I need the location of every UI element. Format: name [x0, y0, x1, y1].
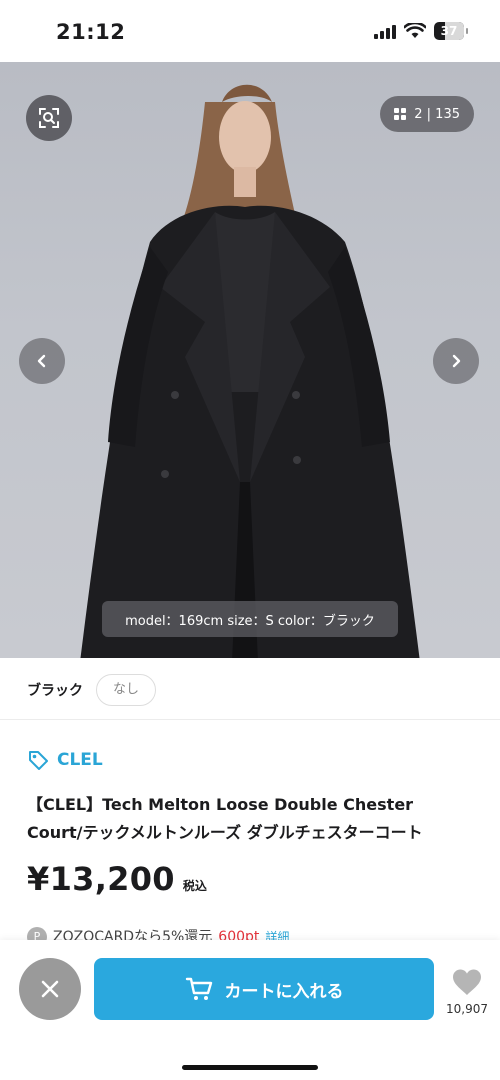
tag-icon: [29, 751, 48, 770]
size-option-chip[interactable]: なし: [96, 674, 157, 706]
color-selector: ブラック なし: [0, 658, 500, 720]
model-photo: [80, 84, 420, 658]
product-title-line1: 【CLEL】Tech Melton Loose Double Chester: [27, 795, 414, 814]
photo-caption: model：169cm size：S color：ブラック: [102, 601, 398, 637]
product-title-line2: Court/テックメルトンルーズ ダブルチェスターコート: [27, 823, 423, 842]
home-indicator: [182, 1065, 318, 1070]
chevron-right-icon: [452, 354, 461, 368]
image-counter-text: 2 | 135: [414, 106, 460, 122]
add-to-cart-button[interactable]: カートに入れる: [94, 958, 434, 1020]
zoom-search-icon: [39, 108, 59, 128]
product-title: 【CLEL】Tech Melton Loose Double Chester C…: [27, 791, 477, 847]
favorite-count: 10,907: [446, 1002, 488, 1016]
battery-level: 37: [440, 24, 458, 38]
zoom-search-button[interactable]: [26, 95, 72, 141]
tax-label: 税込: [182, 879, 207, 893]
favorite-button[interactable]: 10,907: [442, 968, 492, 1016]
price: ¥13,200 税込: [27, 860, 207, 898]
signal-icon: [374, 23, 396, 39]
cart-icon: [185, 977, 212, 1000]
price-value: ¥13,200: [27, 860, 175, 898]
status-time: 21:12: [56, 20, 126, 44]
heart-icon: [453, 969, 481, 995]
prev-image-button[interactable]: [19, 338, 65, 384]
zozocard-detail-link[interactable]: 詳細: [265, 927, 289, 941]
battery-icon: 37: [434, 22, 468, 40]
action-bar: カートに入れる 10,907: [0, 940, 500, 1080]
next-image-button[interactable]: [433, 338, 479, 384]
status-bar: 21:12 37: [0, 0, 500, 62]
point-badge-icon: P: [27, 927, 47, 941]
chevron-left-icon: [37, 354, 46, 368]
zozocard-text: ZOZOCARDなら5%還元: [53, 929, 213, 941]
brand-name: CLEL: [57, 750, 103, 770]
color-label: ブラック: [27, 683, 83, 699]
image-counter[interactable]: 2 | 135: [380, 96, 474, 132]
wifi-icon: [404, 23, 426, 38]
zozocard-points: 600pt: [218, 929, 260, 941]
product-photo[interactable]: 2 | 135 model：169cm size：S color：ブラック: [0, 62, 500, 658]
grid-icon: [394, 108, 407, 120]
add-to-cart-label: カートに入れる: [224, 981, 344, 1002]
close-icon: [41, 980, 59, 998]
status-icons: 37: [374, 22, 468, 40]
brand-link[interactable]: CLEL: [27, 749, 103, 771]
zozocard-note: P ZOZOCARDなら5%還元 600pt 詳細: [27, 927, 289, 941]
close-button[interactable]: [19, 958, 81, 1020]
